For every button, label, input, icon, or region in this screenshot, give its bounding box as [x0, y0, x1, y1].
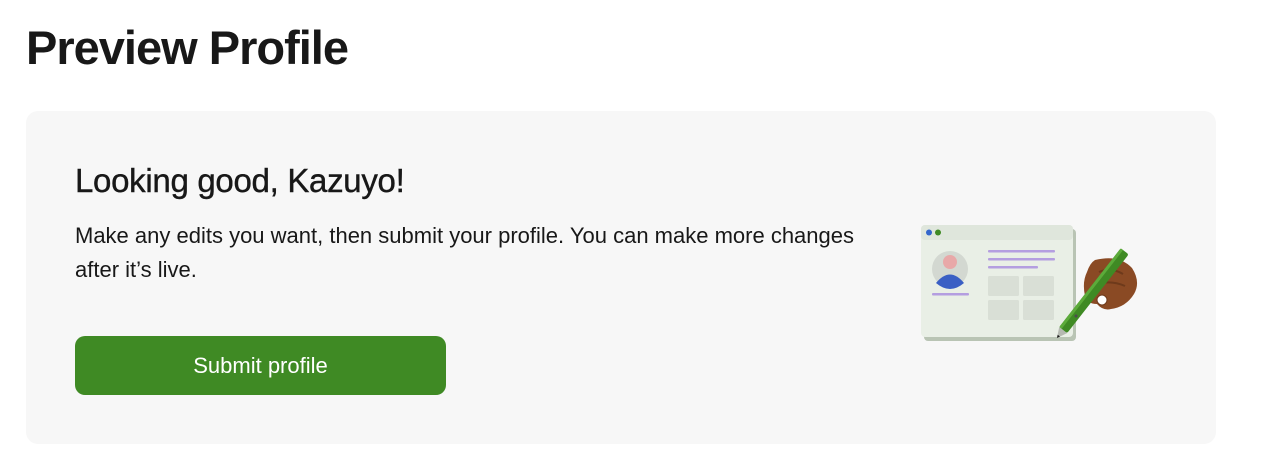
card-description: Make any edits you want, then submit you…: [75, 223, 854, 282]
page-title: Preview Profile: [26, 21, 349, 74]
page: Preview Profile Looking good, Kazuyo! Ma…: [0, 0, 1264, 460]
card-heading: Looking good, Kazuyo!: [75, 162, 405, 199]
submit-profile-button[interactable]: Submit profile: [75, 336, 446, 395]
profile-preview-card: Looking good, Kazuyo! Make any edits you…: [26, 111, 1216, 444]
profile-edit-illustration-icon: [921, 225, 1138, 341]
